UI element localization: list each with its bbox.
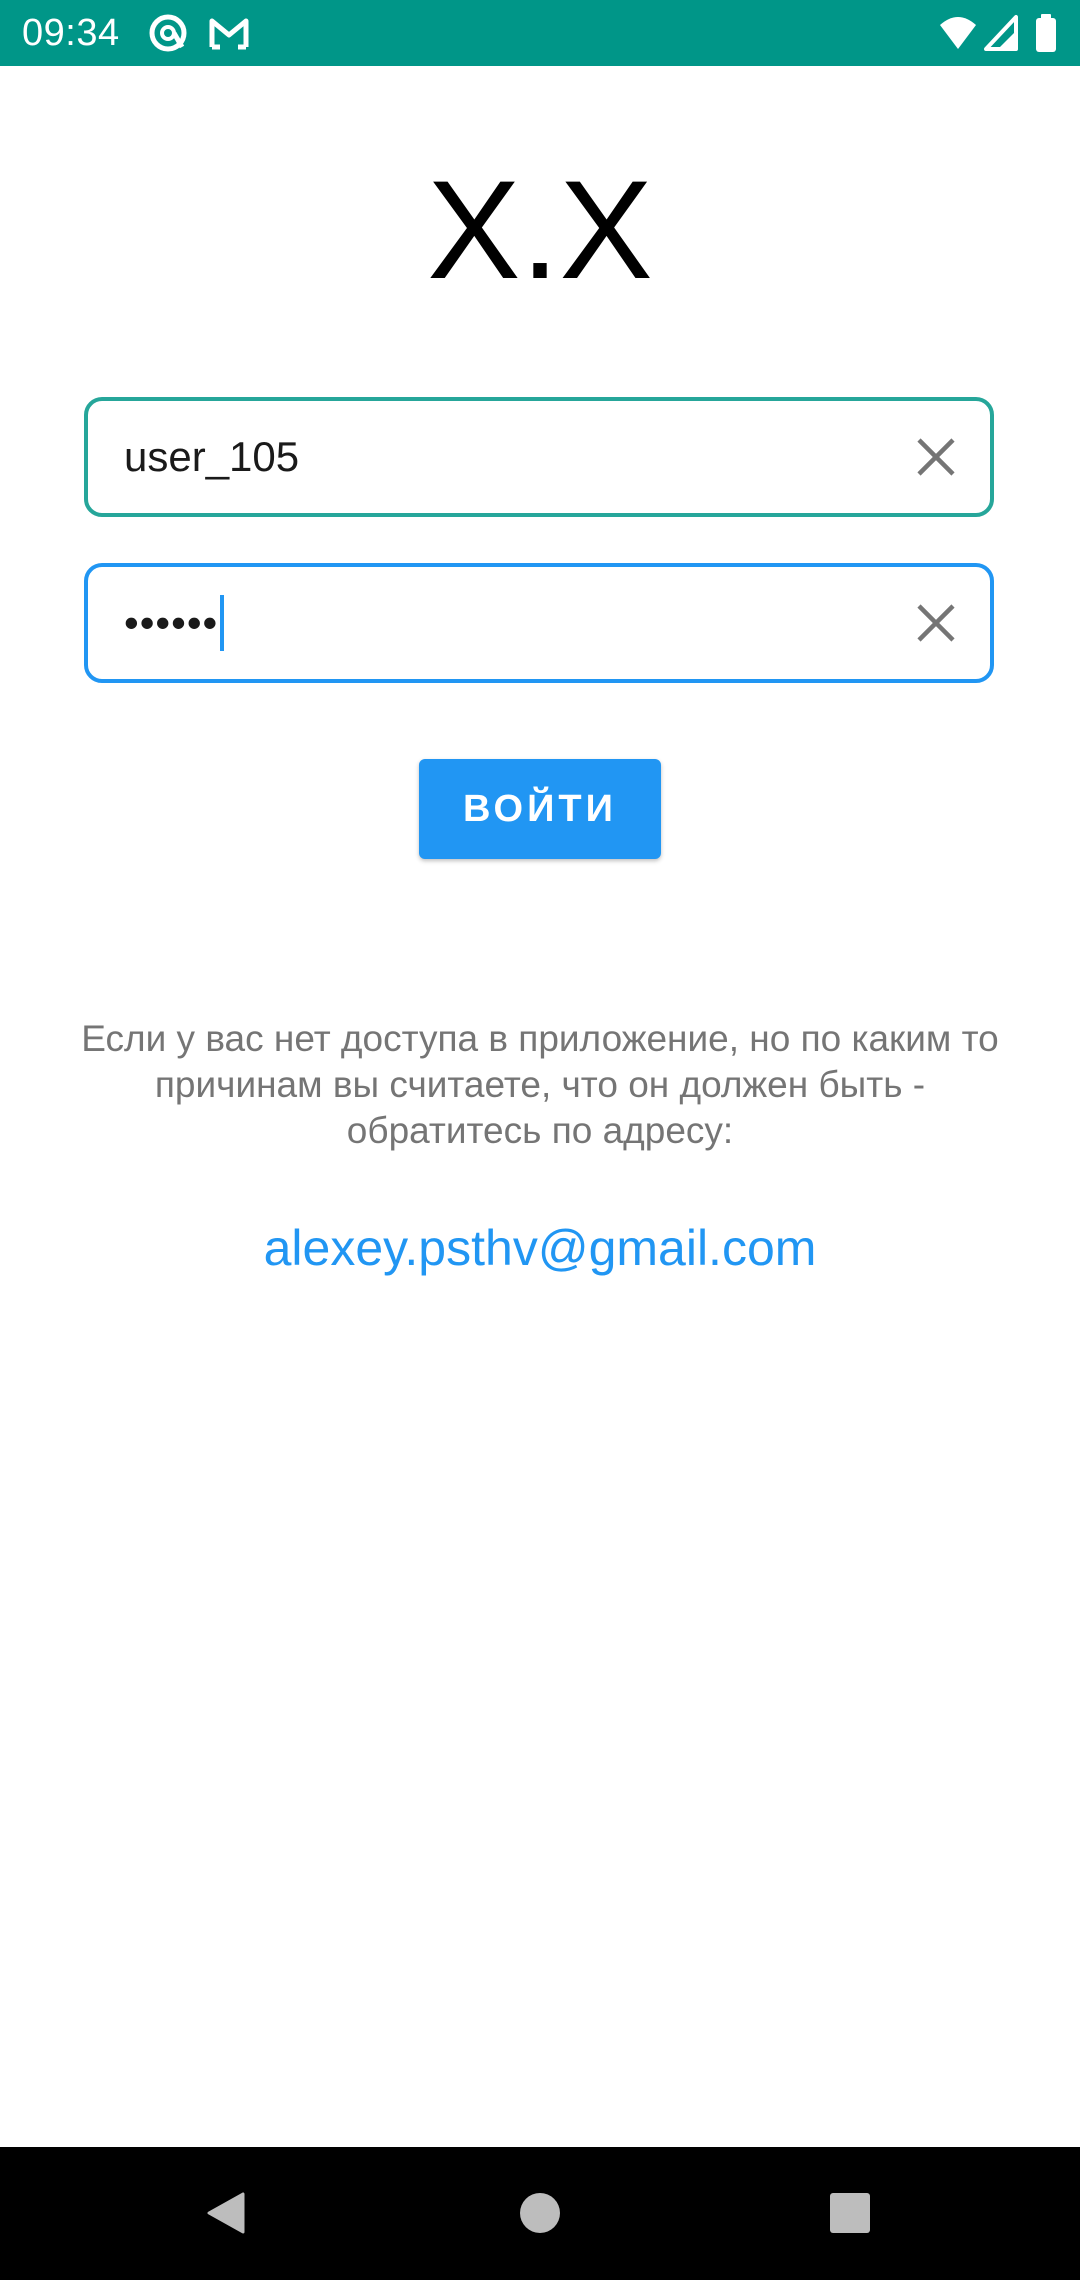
app-title: X.X — [427, 151, 653, 308]
home-button[interactable] — [500, 2173, 580, 2253]
status-bar: 09:34 — [0, 0, 1080, 66]
back-button[interactable] — [186, 2173, 266, 2253]
wifi-icon — [938, 13, 978, 53]
username-field[interactable]: user_105 — [84, 397, 994, 517]
navigation-bar — [0, 2147, 1080, 2280]
username-value: user_105 — [124, 433, 300, 480]
recents-button[interactable] — [810, 2173, 890, 2253]
clear-username-button[interactable] — [902, 423, 970, 491]
at-sign-notification-icon — [148, 13, 188, 53]
login-button[interactable]: ВОЙТИ — [419, 759, 661, 859]
battery-icon — [1034, 13, 1058, 53]
close-icon — [916, 437, 956, 477]
recents-icon — [829, 2192, 871, 2234]
contact-email-link[interactable]: alexey.psthv@gmail.com — [0, 1218, 1080, 1278]
text-cursor — [220, 594, 225, 651]
password-field[interactable]: •••••• — [84, 563, 994, 683]
password-value: •••••• — [124, 599, 219, 646]
home-icon — [518, 2191, 562, 2235]
signal-icon — [984, 13, 1018, 53]
clear-password-button[interactable] — [902, 589, 970, 657]
gmail-icon — [208, 13, 250, 53]
password-value-wrapper: •••••• — [124, 567, 225, 679]
status-time: 09:34 — [22, 12, 120, 54]
back-icon — [203, 2190, 249, 2236]
close-icon — [916, 603, 956, 643]
access-info-text: Если у вас нет доступа в приложение, но … — [81, 1018, 999, 1151]
